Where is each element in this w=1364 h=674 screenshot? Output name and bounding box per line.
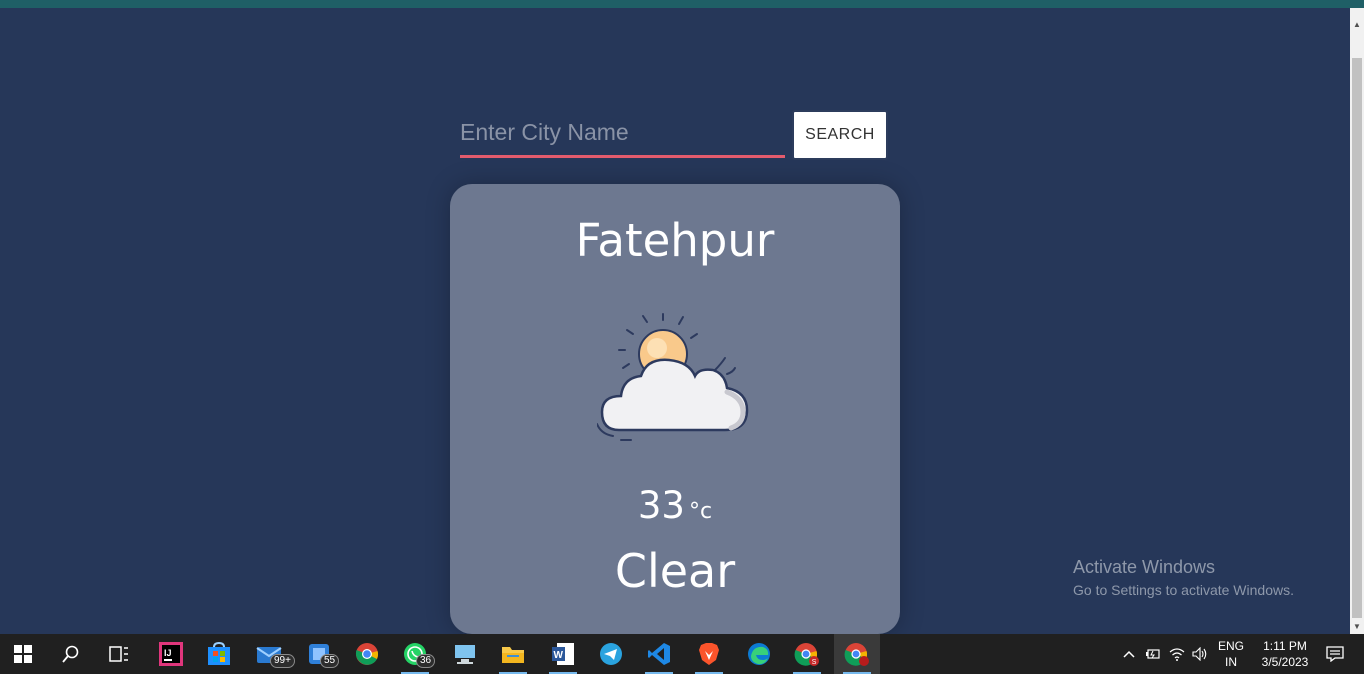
battery-button[interactable]: [1142, 634, 1164, 674]
app-badge: 55: [320, 654, 340, 668]
search-button[interactable]: SEARCH: [792, 110, 888, 160]
chrome-active-icon: [844, 643, 869, 666]
temperature-value: 33: [637, 484, 685, 527]
windows-taskbar: IJ 99+ 55 36 W S ENG IN 1:11 PM 3/5/2023: [0, 634, 1364, 674]
taskbar-store[interactable]: [196, 634, 242, 674]
wifi-icon: [1169, 648, 1185, 661]
mail-badge: 99+: [270, 654, 295, 668]
chevron-up-icon: [1123, 650, 1135, 658]
taskbar-chrome-active[interactable]: [834, 634, 880, 674]
word-icon: W: [552, 643, 574, 665]
taskbar-telegram[interactable]: [588, 634, 634, 674]
svg-text:W: W: [554, 650, 564, 661]
taskbar-desktop-app[interactable]: [442, 634, 488, 674]
taskbar-chrome-profile[interactable]: S: [784, 634, 830, 674]
speaker-icon: [1192, 647, 1207, 661]
input-language-button[interactable]: ENG IN: [1214, 638, 1248, 670]
brave-icon: [699, 643, 719, 665]
watermark-subtitle: Go to Settings to activate Windows.: [1073, 582, 1294, 598]
temperature-unit: °c: [688, 499, 713, 524]
volume-button[interactable]: [1189, 634, 1211, 674]
taskbar-brave[interactable]: [686, 634, 732, 674]
scroll-up-arrow-icon[interactable]: ▲: [1350, 18, 1364, 32]
taskbar-intellij[interactable]: IJ: [148, 634, 194, 674]
taskbar-mail[interactable]: 99+: [246, 634, 295, 674]
notifications-button[interactable]: [1320, 634, 1350, 674]
whatsapp-badge: 36: [416, 654, 436, 668]
network-button[interactable]: [1166, 634, 1188, 674]
city-name: Fatehpur: [575, 214, 775, 267]
desktop-app-icon: [455, 645, 475, 664]
region-label: IN: [1225, 655, 1237, 669]
clock-date: 3/5/2023: [1261, 655, 1309, 669]
start-button[interactable]: [0, 634, 46, 674]
taskbar-edge[interactable]: [736, 634, 782, 674]
start-icon: [14, 645, 32, 663]
weather-condition: Clear: [614, 544, 736, 598]
activate-windows-watermark: Activate Windows Go to Settings to activ…: [1073, 557, 1294, 598]
task-view-button[interactable]: [96, 634, 142, 674]
taskbar-chrome[interactable]: [344, 634, 390, 674]
chrome-icon: [355, 643, 379, 665]
svg-text:S: S: [812, 659, 817, 666]
taskbar-file-explorer[interactable]: [490, 634, 536, 674]
file-explorer-icon: [502, 647, 524, 663]
sun-behind-cloud-icon: [597, 313, 749, 441]
city-search-input[interactable]: [460, 110, 785, 158]
temperature-readout: 33 °c: [450, 484, 900, 527]
intellij-icon: IJ: [159, 642, 183, 666]
edge-icon: [748, 643, 770, 665]
battery-icon: [1146, 649, 1160, 659]
vscode-icon: [648, 643, 670, 665]
task-view-icon: [109, 646, 128, 662]
page-scrollbar[interactable]: ▲ ▼: [1350, 8, 1364, 634]
clock-button[interactable]: 1:11 PM 3/5/2023: [1252, 638, 1318, 670]
language-label: ENG: [1217, 639, 1244, 653]
taskbar-search-button[interactable]: [48, 634, 94, 674]
browser-top-strip: [0, 0, 1364, 8]
taskbar-vscode[interactable]: [636, 634, 682, 674]
clock-time: 1:11 PM: [1263, 639, 1307, 653]
search-icon: [62, 645, 79, 663]
taskbar-whatsapp[interactable]: 36: [392, 634, 438, 674]
scrollbar-thumb[interactable]: [1352, 58, 1362, 618]
watermark-title: Activate Windows: [1073, 557, 1216, 577]
svg-text:IJ: IJ: [164, 648, 172, 658]
taskbar-word[interactable]: W: [540, 634, 586, 674]
scroll-down-arrow-icon[interactable]: ▼: [1350, 620, 1364, 634]
chrome-profile-icon: S: [794, 643, 819, 666]
weather-card: Fatehpur 33 °c Clear: [450, 184, 900, 634]
taskbar-app-55[interactable]: 55: [296, 634, 342, 674]
telegram-icon: [600, 643, 622, 665]
microsoft-store-icon: [208, 642, 230, 665]
show-hidden-icons-button[interactable]: [1118, 634, 1140, 674]
notification-center-icon: [1326, 646, 1344, 662]
